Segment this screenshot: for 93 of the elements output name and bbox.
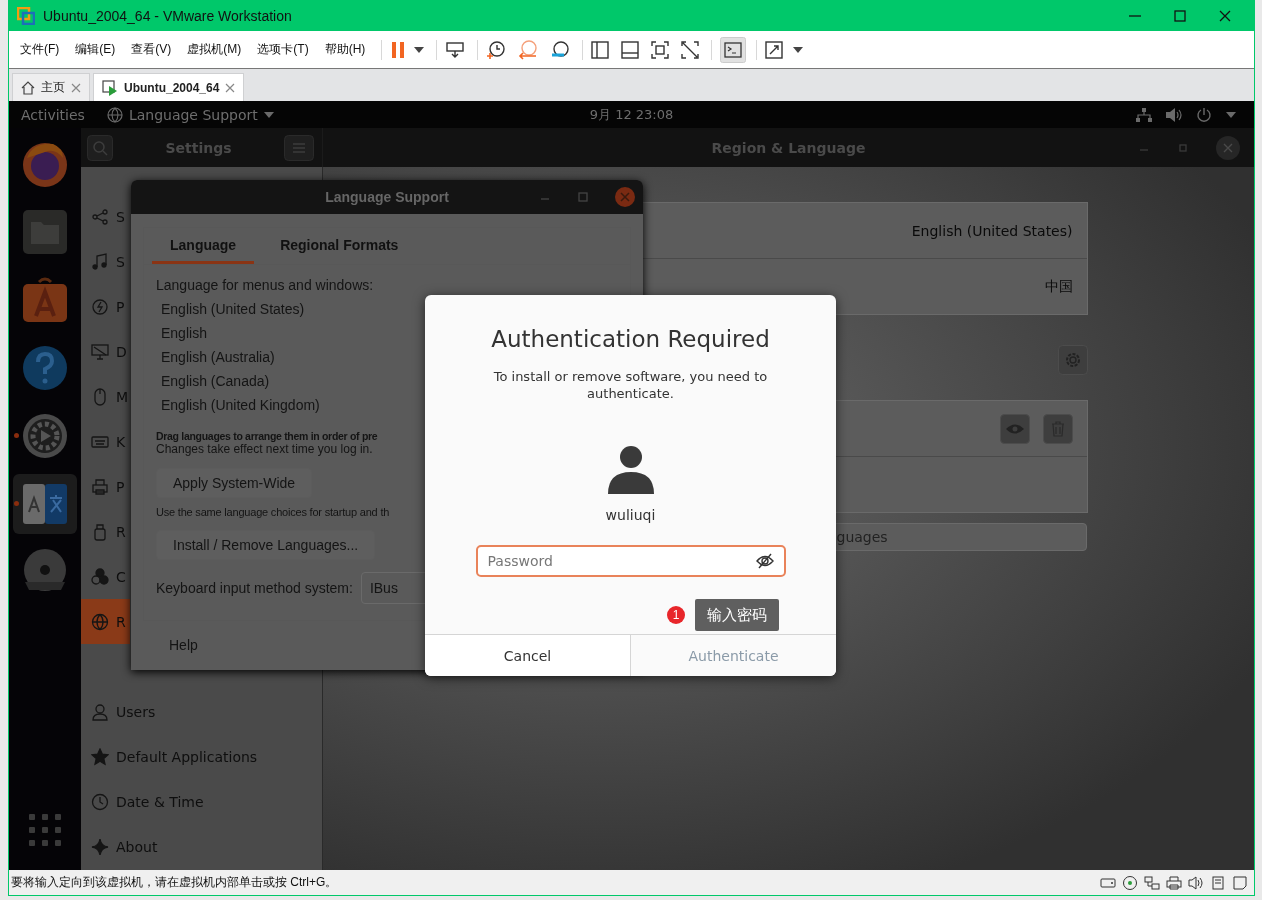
hide-password-icon[interactable] [755,553,774,569]
menu-item[interactable]: 查看(V) [131,41,172,58]
network-adapter-icon[interactable] [1144,874,1160,891]
panel-title: Region & Language [711,139,866,156]
globe-icon [106,106,123,123]
send-keys-icon[interactable] [445,40,466,59]
startup-note: Use the same language choices for startup and th [156,506,390,518]
stretch-icon[interactable] [765,40,786,59]
sound-icon[interactable] [1188,874,1204,891]
sidebar-item[interactable]: R [81,509,130,554]
full-screen-icon[interactable] [651,40,670,59]
sidebar-item[interactable]: C [81,554,130,599]
caret-icon[interactable] [414,46,425,53]
section-label: Language for menus and windows: [156,277,374,293]
menu-item[interactable]: 选项卡(T) [257,41,309,58]
star-icon [91,747,109,766]
sidebar-item[interactable]: K [81,419,130,464]
user-icon [91,702,109,721]
snapshot-icon[interactable] [486,39,507,60]
password-field[interactable]: Password [475,545,786,577]
sidebar-item[interactable]: R [81,599,130,644]
tab[interactable]: Language [152,228,255,264]
caret-icon[interactable] [793,46,804,53]
sidebar-item[interactable]: Users [81,689,160,734]
home-icon [21,80,35,95]
dialog-title: Authentication Required [491,326,770,352]
menu-item[interactable]: 虚拟机(M) [187,41,242,58]
app-logo-icon [17,6,35,25]
dialog-message: To install or remove software, you need to authenticate. [492,368,769,402]
sidebar-item[interactable]: P [81,284,129,329]
clock-icon [91,792,109,811]
cd-icon[interactable] [1122,874,1138,891]
share-icon [91,207,109,226]
printer-icon [91,477,109,496]
close-icon[interactable] [1218,8,1232,23]
dock-item[interactable] [13,474,77,534]
sidebar-item[interactable]: Default Applications [81,734,262,779]
activities-button[interactable]: Activities [21,106,85,123]
cancel-button[interactable]: Cancel [425,635,631,676]
virtual-machine-icon [102,79,118,96]
music-note-icon [91,252,109,271]
window-title: Ubuntu_2004_64 - VMware Workstation [43,7,292,24]
caret-icon [263,111,274,118]
tab[interactable]: 主页 [12,73,90,101]
pause-icon[interactable] [390,40,407,59]
app-menu[interactable]: Language Support [106,106,274,123]
revert-icon[interactable] [518,39,539,60]
user-name: wuliuqi [605,507,656,523]
globe-icon [91,612,109,631]
printer-icon[interactable] [1166,874,1182,891]
user-icon [607,446,654,494]
message-icon[interactable] [1232,874,1248,891]
sidebar-item[interactable]: D [81,329,131,374]
menu-item[interactable]: 文件(F) [20,41,60,58]
tab[interactable]: Regional Formats [262,228,417,264]
sidebar-item[interactable]: P [81,464,129,509]
input-method-label: Keyboard input method system: [156,580,353,596]
annotation-tooltip: 输入密码 [695,599,779,631]
menu-item[interactable]: 帮助(H) [324,41,366,58]
drag-hint: Drag languages to arrange them in order of pre [156,430,378,442]
install-remove-button[interactable]: Install / Remove Languages... [156,530,376,560]
monitor-icon [91,342,109,361]
setting-value: 中国 [1044,277,1073,296]
sidebar-view-icon[interactable] [591,40,610,59]
menu-item[interactable]: 编辑(E) [75,41,116,58]
clock[interactable]: 9月 12 23:08 [589,105,674,124]
sidebar-item[interactable]: About [81,824,162,869]
network-icon[interactable] [1136,107,1152,122]
tab[interactable]: Ubuntu_2004_64 [93,73,245,101]
preview-eye-icon[interactable] [999,413,1030,444]
setting-value: English (United States) [911,222,1073,239]
mouse-icon [91,387,109,406]
delete-icon[interactable] [1042,413,1073,444]
terminal-icon[interactable] [720,36,747,63]
apply-system-wide-button[interactable]: Apply System-Wide [156,468,313,498]
sidebar-item[interactable]: S [81,194,129,239]
settings-title: Settings [164,139,233,156]
console-view-icon[interactable] [621,40,640,59]
status-text: 要将输入定向到该虚拟机，请在虚拟机内部单击或按 Ctrl+G。 [11,874,338,891]
sidebar-item[interactable]: M [81,374,133,419]
help-button[interactable]: Help [155,633,212,657]
sparkle-icon [91,837,109,856]
settings-icon[interactable] [1057,345,1088,375]
changes-note: Changes take effect next time you log in. [156,442,373,456]
window-title: Language Support [325,189,449,205]
sidebar-item[interactable]: S [81,239,129,284]
sidebar-item[interactable]: Date & Time [81,779,208,824]
color-circles-icon [91,567,109,586]
battery-bolt-icon [91,297,109,316]
snapshot-manager-icon[interactable] [550,39,571,60]
volume-icon[interactable] [1166,107,1182,122]
power-icon[interactable] [1196,106,1212,123]
maximize-icon[interactable] [1173,8,1187,23]
